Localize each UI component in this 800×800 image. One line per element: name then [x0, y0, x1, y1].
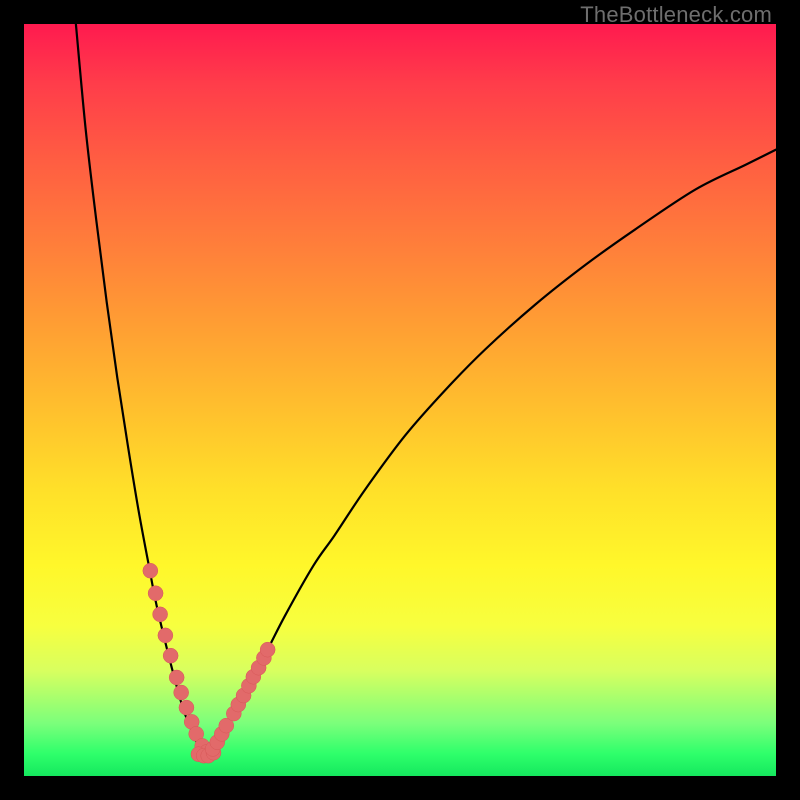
- data-marker: [260, 642, 275, 657]
- data-marker: [179, 700, 194, 715]
- chart-frame: TheBottleneck.com: [0, 0, 800, 800]
- curve-group: [76, 24, 776, 756]
- data-marker: [143, 563, 158, 578]
- marker-group: [143, 563, 275, 763]
- data-marker: [163, 648, 178, 663]
- watermark-text: TheBottleneck.com: [580, 2, 772, 28]
- chart-svg: [24, 24, 776, 776]
- left-branch-curve: [76, 24, 201, 751]
- data-marker: [174, 685, 189, 700]
- right-branch-curve: [210, 150, 776, 752]
- data-marker: [158, 628, 173, 643]
- data-marker: [153, 607, 168, 622]
- data-marker: [169, 670, 184, 685]
- data-marker: [148, 586, 163, 601]
